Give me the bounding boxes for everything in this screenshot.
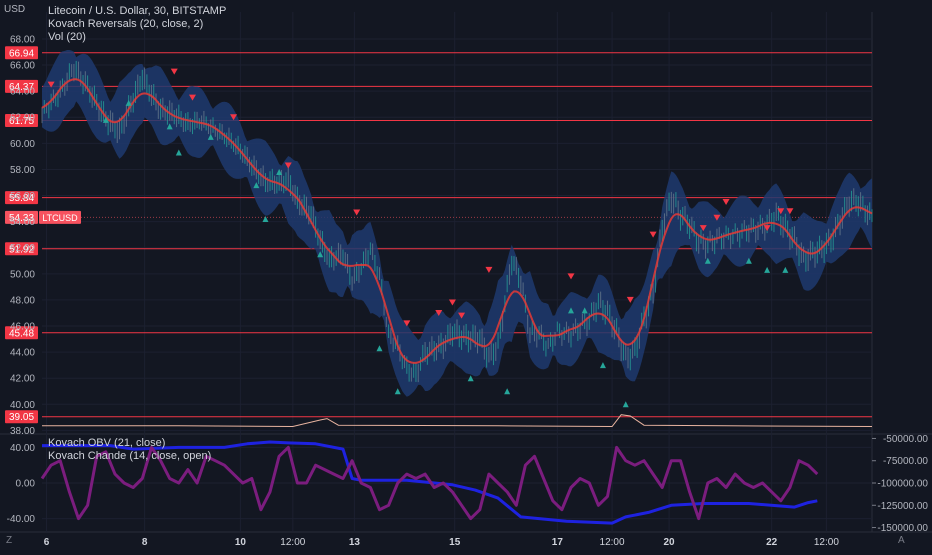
symbol-badge[interactable]: LTCUSD (42, 213, 78, 223)
timezone-icon[interactable]: Z (6, 534, 12, 547)
price-tick-label: 38.00 (10, 426, 35, 437)
price-tick-label: 66.00 (10, 61, 35, 72)
level-label: 39.05 (9, 412, 34, 423)
indicator-volume[interactable]: Vol (20) (48, 31, 86, 44)
time-tick-label: 13 (349, 537, 361, 548)
price-tick-label: 54.00 (10, 217, 35, 228)
price-tick-label: 40.00 (10, 400, 35, 411)
time-tick-label: 6 (44, 537, 50, 548)
price-tick-label: 60.00 (10, 139, 35, 150)
time-tick-label: 12:00 (814, 537, 839, 548)
price-tick-label: 68.00 (10, 34, 35, 45)
price-tick-label: 58.00 (10, 165, 35, 176)
time-tick-label: 15 (449, 537, 461, 548)
price-tick-label: 56.00 (10, 191, 35, 202)
chart-svg[interactable]: 66.9464.3761.7555.8451.9245.4839.0554.33… (0, 0, 932, 550)
lower-right-tick: -100000.00 (877, 479, 928, 490)
indicator-kovach-obv[interactable]: Kovach OBV (21, close) (48, 437, 165, 450)
currency-label: USD (4, 4, 26, 15)
chart-root: 66.94 64.37 61.75 55.84 51.92 45.48 39.05 54.33… (0, 0, 932, 550)
price-tick-label: 50.00 (10, 269, 35, 280)
time-tick-label: 8 (142, 537, 148, 548)
price-tick-label: 46.00 (10, 322, 35, 333)
lower-right-tick: -50000.00 (883, 434, 928, 445)
time-tick-label: 22 (766, 537, 778, 548)
price-tick-label: 42.00 (10, 374, 35, 385)
time-tick-label: 10 (235, 537, 247, 548)
price-tick-label: 64.00 (10, 87, 35, 98)
time-tick-label: 12:00 (600, 537, 625, 548)
time-tick-label: 17 (552, 537, 564, 548)
lower-left-tick: 0.00 (16, 479, 36, 490)
time-tick-label: 20 (663, 537, 675, 548)
price-tick-label: 62.00 (10, 113, 35, 124)
auto-scale-icon[interactable]: A (898, 534, 905, 547)
indicator-kovach-reversals[interactable]: Kovach Reversals (20, close, 2) (48, 18, 203, 31)
chart-title[interactable]: Litecoin / U.S. Dollar, 30, BITSTAMP (48, 5, 226, 18)
lower-right-tick: -125000.00 (877, 501, 928, 512)
price-tick-label: 44.00 (10, 348, 35, 359)
time-tick-label: 12:00 (280, 537, 305, 548)
lower-right-tick: -150000.00 (877, 523, 928, 534)
lower-left-tick: -40.00 (7, 514, 36, 525)
price-tick-label: 52.00 (10, 243, 35, 254)
lower-left-tick: 40.00 (10, 443, 35, 454)
level-label: 66.94 (9, 48, 34, 59)
lower-right-tick: -75000.00 (883, 456, 928, 467)
indicator-kovach-chande[interactable]: Kovach Chande (14, close, open) (48, 450, 211, 463)
price-tick-label: 48.00 (10, 295, 35, 306)
